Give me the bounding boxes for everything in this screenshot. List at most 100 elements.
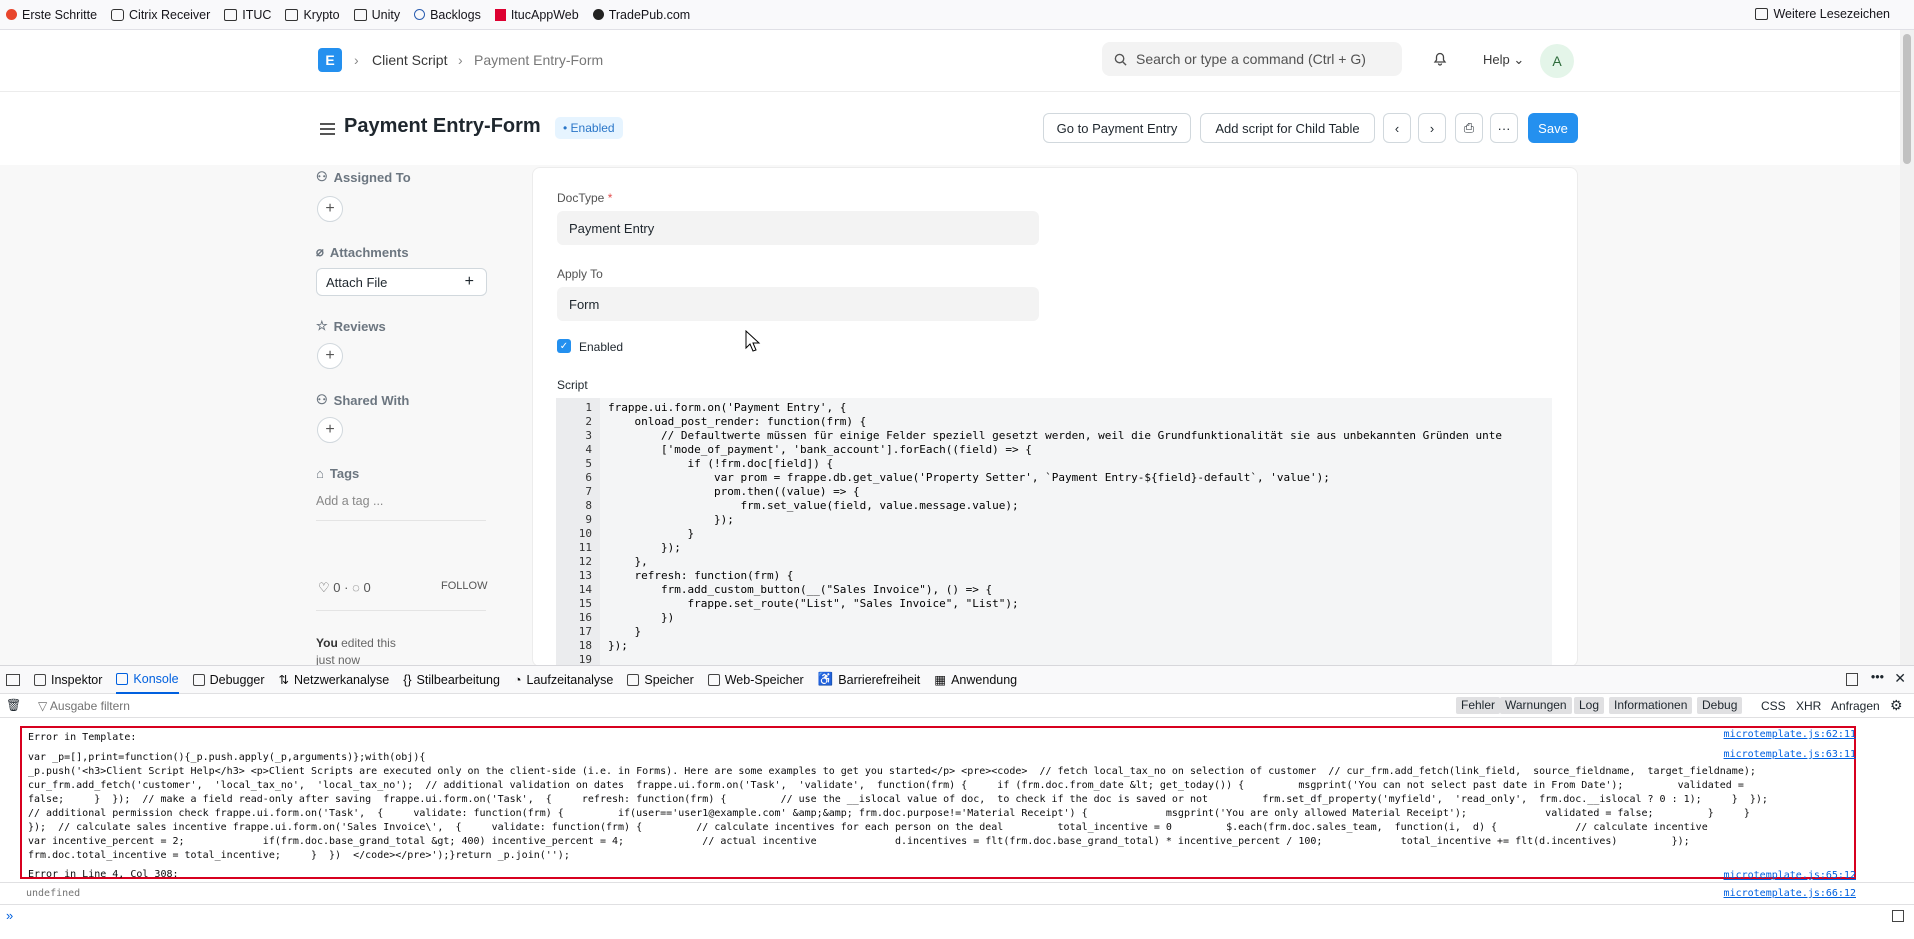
bookmark-backlogs[interactable]: Backlogs [414,8,481,22]
follow-button[interactable]: FOLLOW [441,580,487,592]
trash-icon[interactable]: 🗑 [6,698,21,712]
divider [316,610,486,611]
level-informationen[interactable]: Informationen [1609,697,1693,714]
folder-icon [1755,8,1769,20]
tab-web-speicher[interactable]: Web-Speicher [707,673,804,687]
attach-file-button[interactable]: Attach File + [316,268,487,296]
scrollbar-thumb[interactable] [1903,34,1911,164]
code-line: ['mode_of_payment', 'bank_account'].forE… [608,443,1032,456]
prev-icon[interactable]: ‹ [1383,113,1411,143]
enabled-checkbox[interactable]: ✓ [557,339,571,353]
apply-to-label: Apply To [557,267,603,281]
level-warnungen[interactable]: Warnungen [1500,697,1572,714]
tab-stilbearbeitung[interactable]: {} Stilbearbeitung [403,673,500,687]
comment-icon[interactable]: ◌ [352,580,360,595]
menu-icon[interactable] [320,123,335,135]
error-line: frm.doc.total_incentive = total_incentiv… [28,850,570,861]
bookmark-ituc[interactable]: ITUC [224,8,271,22]
dock-icon[interactable] [1846,673,1858,686]
search-input[interactable]: Search or type a command (Ctrl + G) [1102,42,1402,76]
error-line: // additional permission check frappe.ui… [28,808,1750,819]
console-input[interactable] [24,906,1874,926]
tag-icon: ⌂ [316,466,324,481]
folder-icon [224,8,238,21]
line-number: 6 [585,471,592,484]
print-icon[interactable]: ⎙ [1455,113,1483,143]
tab-laufzeitanalyse[interactable]: ◔ Laufzeitanalyse [514,673,613,687]
tab-anwendung[interactable]: ▦ Anwendung [934,672,1017,688]
breadcrumb-payment-entry-form[interactable]: Payment Entry-Form [474,52,603,68]
bookmark-krypto[interactable]: Krypto [285,8,340,22]
split-console-icon[interactable] [1892,910,1904,922]
code-line: frm.add_custom_button(__("Sales Invoice"… [608,583,993,596]
app-logo[interactable]: E [318,48,342,72]
help-dropdown[interactable]: Help ⌄ [1483,52,1524,68]
more-options-icon[interactable]: ••• [1871,670,1884,684]
type-css[interactable]: CSS [1761,699,1786,713]
apply-to-field[interactable]: Form [557,287,1039,321]
error-next-line: Error in Line 4, Col 308: [28,869,179,878]
other-bookmarks[interactable]: Weitere Lesezeichen [1755,7,1890,21]
settings-icon[interactable]: ⚙ [1890,697,1903,714]
tab-netzwerkanalyse[interactable]: ⇅ Netzwerkanalyse [279,672,390,688]
source-link[interactable]: microtemplate.js:62:11 [1724,729,1856,740]
heart-icon[interactable]: ♡ [318,580,330,595]
bookmark-itucappweb[interactable]: ItucAppWeb [494,8,579,22]
bookmark-tradepub[interactable]: TradePub.com [592,8,690,22]
folder-icon [285,8,299,21]
bookmark-citrix[interactable]: Citrix Receiver [111,8,210,22]
add-review-button[interactable]: + [317,343,343,369]
add-tag-link[interactable]: Add a tag ... [316,494,383,508]
tab-konsole[interactable]: Konsole [116,666,179,694]
error-message-box: Error in Template: var _p=[],print=funct… [20,726,1856,879]
console-prompt-icon: » [6,908,14,923]
tab-inspektor[interactable]: Inspektor [34,673,102,687]
code-line: frappe.set_route("List", "Sales Invoice"… [608,597,1019,610]
doctype-field[interactable]: Payment Entry [557,211,1039,245]
close-icon[interactable]: ✕ [1894,670,1906,687]
code-line: frappe.ui.form.on('Payment Entry', { [608,401,847,414]
tab-speicher[interactable]: Speicher [627,673,694,687]
level-debug[interactable]: Debug [1697,697,1743,714]
console-filter-bar: 🗑 ▽ Ausgabe filtern Fehler Warnungen Log… [0,694,1914,718]
level-fehler[interactable]: Fehler [1456,697,1501,714]
add-script-child-table-button[interactable]: Add script for Child Table [1200,113,1375,143]
chevron-down-icon: ⌄ [1513,52,1525,67]
breadcrumb-client-script[interactable]: Client Script [372,52,447,68]
star-icon: ☆ [316,318,328,333]
error-line: var incentive_percent = 2; if(frm.doc.ba… [28,836,1690,847]
status-badge: • Enabled [555,117,623,139]
next-icon[interactable]: › [1418,113,1446,143]
bookmark-erste-schritte[interactable]: Erste Schritte [6,8,97,22]
page-head: Payment Entry-Form • Enabled Go to Payme… [0,93,1900,165]
attachments-label: ⌀ Attachments [316,244,409,260]
save-button[interactable]: Save [1528,113,1578,143]
tab-barrierefreiheit[interactable]: ♿ Barrierefreiheit [818,672,921,687]
code-editor[interactable]: 1 frappe.ui.form.on('Payment Entry', {2 o… [556,398,1552,666]
code-line: var prom = frappe.db.get_value('Property… [608,471,1330,484]
add-share-button[interactable]: + [317,417,343,443]
avatar[interactable]: A [1540,44,1574,78]
type-xhr[interactable]: XHR [1796,699,1821,713]
add-assignee-button[interactable]: + [317,196,343,222]
code-line: prom.then((value) => { [608,485,860,498]
line-number: 13 [578,569,592,582]
source-link[interactable]: microtemplate.js:66:12 [1724,888,1856,899]
bell-icon[interactable] [1432,50,1448,66]
page-scrollbar[interactable] [1900,30,1914,665]
source-link[interactable]: microtemplate.js:63:11 [1724,749,1856,760]
activity-text: You edited this just now [316,636,396,667]
pick-element-icon[interactable] [6,673,20,686]
bookmark-unity[interactable]: Unity [353,8,400,22]
line-number: 3 [585,429,592,442]
line-number: 7 [585,485,592,498]
go-to-payment-entry-button[interactable]: Go to Payment Entry [1043,113,1191,143]
type-anfragen[interactable]: Anfragen [1831,699,1880,713]
plus-icon: + [464,273,474,290]
more-icon[interactable]: ··· [1490,113,1518,143]
tab-debugger[interactable]: Debugger [192,673,265,687]
level-log[interactable]: Log [1574,697,1605,714]
source-link[interactable]: microtemplate.js:65:12 [1724,870,1856,881]
error-line: false; } }); // make a field read-only a… [28,794,1768,805]
filter-input[interactable]: ▽ Ausgabe filtern [38,699,130,713]
